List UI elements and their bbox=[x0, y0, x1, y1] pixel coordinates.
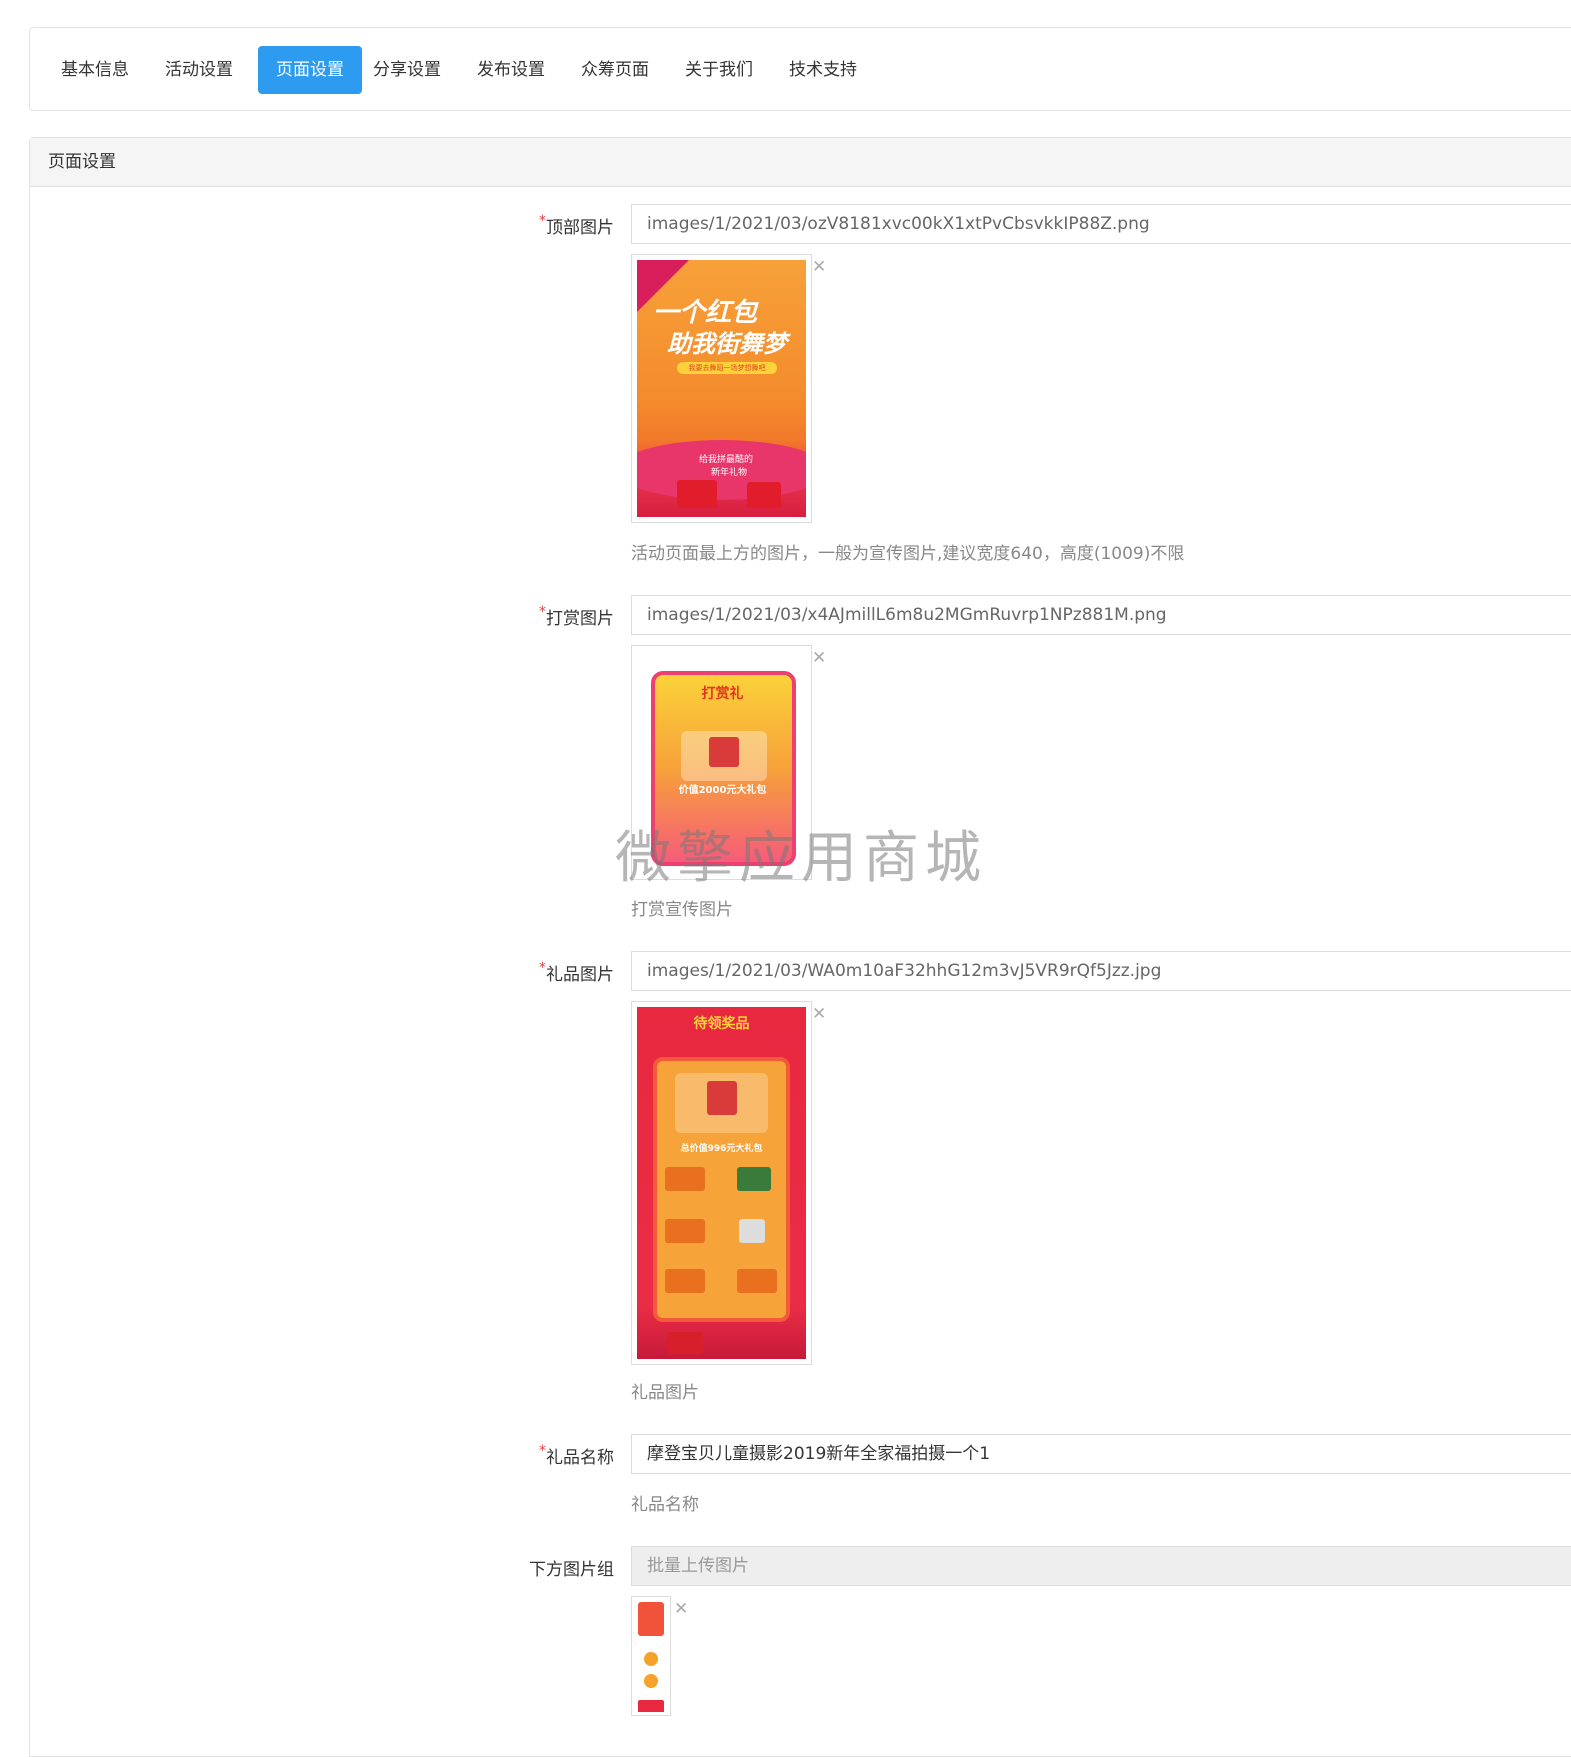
reward-image-help: 打赏宣传图片 bbox=[631, 900, 733, 920]
batch-upload-button[interactable]: 批量上传图片 bbox=[631, 1546, 1571, 1586]
gift-name-help: 礼品名称 bbox=[631, 1495, 699, 1515]
tab-about-us[interactable]: 关于我们 bbox=[667, 46, 771, 94]
tab-activity-settings[interactable]: 活动设置 bbox=[147, 46, 251, 94]
remove-reward-image-icon[interactable]: ✕ bbox=[812, 650, 826, 667]
reward-image-label: *打赏图片 bbox=[539, 604, 614, 629]
bottom-image-preview bbox=[631, 1596, 671, 1716]
settings-tabs-card: 基本信息 活动设置 页面设置 分享设置 发布设置 众筹页面 关于我们 技术支持 bbox=[29, 27, 1571, 111]
gift-name-input[interactable]: 摩登宝贝儿童摄影2019新年全家福拍摄一个1 bbox=[631, 1434, 1571, 1474]
tab-crowdfunding-page[interactable]: 众筹页面 bbox=[563, 46, 667, 94]
tab-basic-info[interactable]: 基本信息 bbox=[43, 46, 147, 94]
top-image-preview: 一个红包 助我街舞梦 我要去舞蹈一场梦想舞吧 给我拼最酷的 新年礼物 bbox=[631, 254, 812, 523]
gift-name-label: *礼品名称 bbox=[539, 1443, 614, 1468]
reward-image-path-input[interactable]: images/1/2021/03/x4AJmillL6m8u2MGmRuvrp1… bbox=[631, 595, 1571, 635]
bottom-images-label: 下方图片组 bbox=[529, 1560, 614, 1580]
gift-image-path-input[interactable]: images/1/2021/03/WA0m10aF32hhG12m3vJ5VR9… bbox=[631, 951, 1571, 991]
gift-image-label: *礼品图片 bbox=[539, 960, 614, 985]
watermark: 微擎应用商城 bbox=[615, 826, 987, 891]
top-image-path-input[interactable]: images/1/2021/03/ozV8181xvc00kX1xtPvCbsv… bbox=[631, 204, 1571, 244]
gift-image-preview: 待领奖品 总价值996元大礼包 bbox=[631, 1001, 812, 1365]
remove-gift-image-icon[interactable]: ✕ bbox=[812, 1006, 826, 1023]
tab-tech-support[interactable]: 技术支持 bbox=[771, 46, 875, 94]
panel-title: 页面设置 bbox=[30, 138, 1571, 187]
gift-image-help: 礼品图片 bbox=[631, 1383, 699, 1403]
top-image-label: *顶部图片 bbox=[539, 213, 614, 238]
top-image-help: 活动页面最上方的图片，一般为宣传图片,建议宽度640，高度(1009)不限 bbox=[631, 544, 1185, 564]
remove-top-image-icon[interactable]: ✕ bbox=[812, 259, 826, 276]
remove-bottom-image-icon[interactable]: ✕ bbox=[674, 1601, 688, 1618]
tab-publish-settings[interactable]: 发布设置 bbox=[459, 46, 563, 94]
tab-page-settings[interactable]: 页面设置 bbox=[258, 46, 362, 94]
tab-share-settings[interactable]: 分享设置 bbox=[355, 46, 459, 94]
